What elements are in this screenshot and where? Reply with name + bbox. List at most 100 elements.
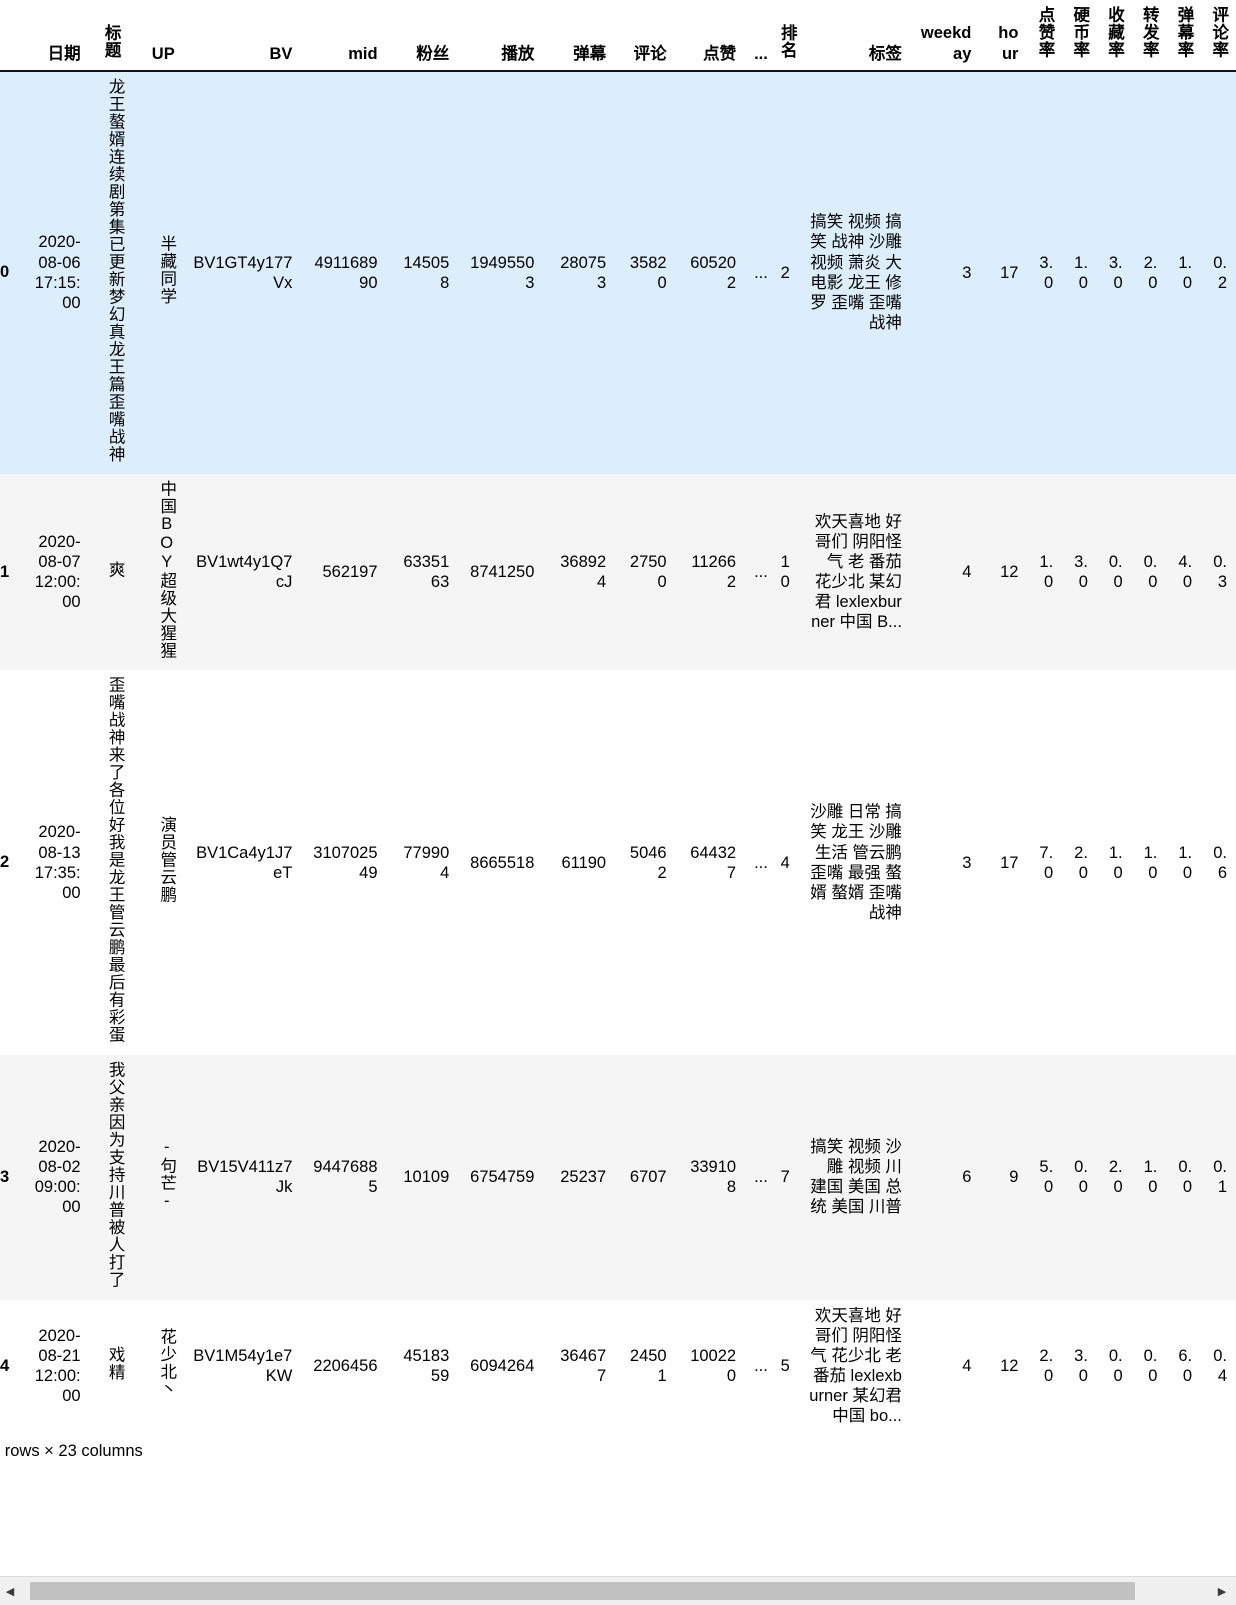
cell-mid: 562197 [301, 473, 387, 671]
cell-like: 644327 [675, 670, 746, 1055]
cell-comment: 35820 [615, 70, 676, 474]
header-comment-rate[interactable]: 评论率 [1201, 0, 1236, 72]
header-up[interactable]: UP [132, 0, 184, 72]
table-row: 0 2020-08-06 17:15:00 龙王螯婿连续剧第集已更新梦幻真龙王篇歪嘴… [0, 70, 1236, 474]
dataframe-scroll-region[interactable]: 日期 标题 UP BV mid 粉丝 播放 弹幕 评论 点赞 ... 排名 标签… [0, 0, 1236, 1562]
table-header: 日期 标题 UP BV mid 粉丝 播放 弹幕 评论 点赞 ... 排名 标签… [0, 0, 1236, 72]
cell-fans: 6335163 [386, 473, 459, 671]
cell-like-rate: 3.0 [1027, 70, 1063, 474]
cell-up: -句芒- [132, 1055, 184, 1300]
header-danmaku[interactable]: 弹幕 [543, 0, 616, 72]
cell-rank: 7 [769, 1055, 799, 1300]
cell-danmaku: 368924 [543, 473, 616, 671]
cell-fav-rate: 1.0 [1096, 670, 1132, 1055]
table-row: 3 2020-08-02 09:00:00 我父亲因为支持川普被人打了 -句芒- BV1… [0, 1055, 1236, 1300]
cell-weekday: 4 [910, 473, 981, 671]
cell-title-text: 我父亲因为支持川普被人打了 [106, 1061, 125, 1289]
cell-share-rate: 1.0 [1131, 1055, 1167, 1300]
cell-like: 605202 [675, 70, 746, 474]
scrollbar-thumb[interactable] [30, 1582, 1135, 1600]
cell-danmaku: 280753 [543, 70, 616, 474]
cell-danmaku-rate: 0.0 [1166, 1055, 1202, 1300]
cell-mid: 310702549 [301, 670, 387, 1055]
cell-comment: 24501 [615, 1299, 676, 1433]
cell-bv: BV1GT4y177Vx [183, 70, 302, 474]
header-ellipsis: ... [745, 0, 770, 72]
header-like-rate-text: 点赞率 [1036, 6, 1055, 59]
header-like[interactable]: 点赞 [675, 0, 746, 72]
cell-like: 339108 [675, 1055, 746, 1300]
header-fav-rate-text: 收藏率 [1105, 6, 1124, 59]
cell-tags: 欢天喜地 好哥们 阴阳怪气 老 番茄 花少北 某幻君 lexlexburner … [798, 473, 911, 671]
cell-title: 歪嘴战神来了各位好我是龙王管云鹏最后有彩蛋 [89, 670, 133, 1055]
scrollbar-track[interactable] [24, 1580, 1198, 1602]
header-play[interactable]: 播放 [458, 0, 544, 72]
cell-share-rate: 0.0 [1131, 473, 1167, 671]
header-bv[interactable]: BV [183, 0, 302, 72]
header-fans[interactable]: 粉丝 [386, 0, 459, 72]
cell-fans: 4518359 [386, 1299, 459, 1433]
header-tags[interactable]: 标签 [798, 0, 911, 72]
header-mid[interactable]: mid [301, 0, 387, 72]
cell-like: 112662 [675, 473, 746, 671]
cell-title: 我父亲因为支持川普被人打了 [89, 1055, 133, 1300]
cell-tags: 搞笑 视频 搞笑 战神 沙雕 视频 萧炎 大电影 龙王 修罗 歪嘴 歪嘴 战神 [798, 70, 911, 474]
cell-title-text: 龙王螯婿连续剧第集已更新梦幻真龙王篇歪嘴战神 [106, 77, 125, 463]
cell-danmaku: 25237 [543, 1055, 616, 1300]
cell-mid: 94476885 [301, 1055, 387, 1300]
cell-tags: 搞笑 视频 沙雕 视频 川 建国 美国 总统 美国 川普 [798, 1055, 911, 1300]
header-danmaku-rate[interactable]: 弹幕率 [1166, 0, 1202, 72]
header-comment[interactable]: 评论 [615, 0, 676, 72]
cell-title: 爽 [89, 473, 133, 671]
cell-bv: BV1Ca4y1J7eT [183, 670, 302, 1055]
cell-ellipsis: ... [745, 1299, 770, 1433]
cell-ellipsis: ... [745, 670, 770, 1055]
cell-up: 花少北丶 [132, 1299, 184, 1433]
cell-rank: 4 [769, 670, 799, 1055]
cell-comment-rate: 0.4 [1201, 1299, 1236, 1433]
scroll-right-arrow-icon[interactable]: ▶ [1214, 1585, 1230, 1598]
cell-fans: 779904 [386, 670, 459, 1055]
cell-up-text: 演员管云鹏 [157, 816, 176, 904]
header-coin-rate[interactable]: 硬币率 [1062, 0, 1097, 72]
horizontal-scrollbar[interactable]: ◀ ▶ [0, 1576, 1236, 1605]
cell-weekday: 3 [910, 70, 981, 474]
cell-weekday: 3 [910, 670, 981, 1055]
cell-hour: 12 [980, 473, 1028, 671]
header-hour[interactable]: hour [980, 0, 1028, 72]
cell-up: 演员管云鹏 [132, 670, 184, 1055]
cell-hour: 12 [980, 1299, 1028, 1433]
cell-rank: 5 [769, 1299, 799, 1433]
cell-like-rate: 2.0 [1027, 1299, 1063, 1433]
row-index-label: 3 [0, 1055, 25, 1300]
dataframe-output-panel: 日期 标题 UP BV mid 粉丝 播放 弹幕 评论 点赞 ... 排名 标签… [0, 0, 1236, 1605]
header-title[interactable]: 标题 [89, 0, 133, 72]
header-rank[interactable]: 排名 [769, 0, 799, 72]
cell-danmaku-rate: 1.0 [1166, 670, 1202, 1055]
cell-title-text: 戏精 [106, 1345, 125, 1381]
cell-up-text: 花少北丶 [157, 1328, 176, 1399]
header-index-corner [0, 0, 25, 72]
header-share-rate[interactable]: 转发率 [1131, 0, 1167, 72]
cell-coin-rate: 2.0 [1062, 670, 1097, 1055]
cell-date: 2020-08-13 17:35:00 [24, 670, 90, 1055]
header-title-text: 标题 [102, 23, 121, 59]
header-like-rate[interactable]: 点赞率 [1027, 0, 1063, 72]
cell-coin-rate: 0.0 [1062, 1055, 1097, 1300]
scroll-left-arrow-icon[interactable]: ◀ [2, 1585, 18, 1598]
cell-like: 100220 [675, 1299, 746, 1433]
row-index-label: 4 [0, 1299, 25, 1433]
cell-fav-rate: 0.0 [1096, 1299, 1132, 1433]
cell-up-text: -句芒- [157, 1138, 176, 1212]
header-date[interactable]: 日期 [24, 0, 90, 72]
header-fav-rate[interactable]: 收藏率 [1096, 0, 1132, 72]
cell-hour: 9 [980, 1055, 1028, 1300]
table-row: 2 2020-08-13 17:35:00 歪嘴战神来了各位好我是龙王管云鹏最后有彩… [0, 670, 1236, 1055]
cell-up-text: 中国BOY超级大猩猩 [157, 479, 176, 660]
cell-up-text: 半藏同学 [157, 235, 176, 306]
cell-tags: 欢天喜地 好哥们 阴阳怪气 花少北 老 番茄 lexlexburner 某幻君 … [798, 1299, 911, 1433]
header-weekday[interactable]: weekday [910, 0, 981, 72]
cell-fans: 10109 [386, 1055, 459, 1300]
cell-play: 6754759 [458, 1055, 544, 1300]
cell-ellipsis: ... [745, 70, 770, 474]
